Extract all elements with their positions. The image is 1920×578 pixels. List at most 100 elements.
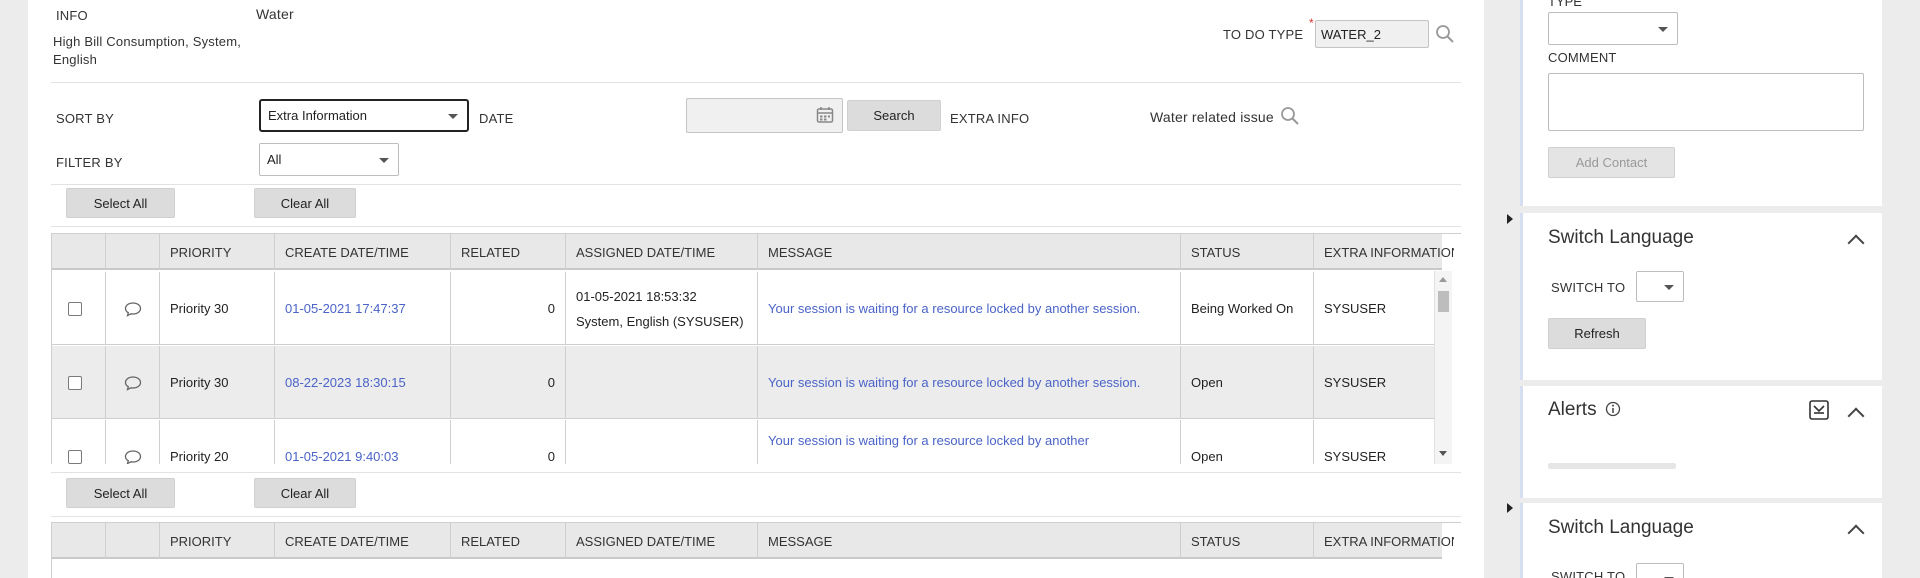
- calendar-icon[interactable]: [816, 106, 834, 124]
- vertical-scrollbar[interactable]: [1434, 271, 1452, 464]
- table-header: PRIORITY CREATE DATE/TIME RELATED ASSIGN…: [52, 523, 1454, 559]
- select-all-button[interactable]: Select All: [66, 478, 175, 508]
- message-link[interactable]: Your session is waiting for a resource l…: [758, 420, 1181, 464]
- scroll-down-icon[interactable]: [1439, 451, 1447, 456]
- switch-language-card: Switch Language SWITCH TO Refresh: [1520, 213, 1882, 380]
- priority-cell: Priority 30: [160, 346, 275, 419]
- clear-all-button[interactable]: Clear All: [254, 478, 356, 508]
- sort-by-select[interactable]: Extra Information: [259, 99, 469, 132]
- type-select[interactable]: [1548, 12, 1678, 45]
- row-checkbox[interactable]: [68, 449, 82, 464]
- header-create-date[interactable]: CREATE DATE/TIME: [275, 523, 451, 559]
- message-link[interactable]: Your session is waiting for a resource l…: [758, 346, 1181, 419]
- search-icon[interactable]: [1280, 106, 1300, 126]
- left-gutter: [0, 0, 28, 578]
- header-extra-information[interactable]: EXTRA INFORMATION: [1314, 523, 1454, 559]
- collapse-arrow-icon[interactable]: [1507, 214, 1513, 224]
- header-extra-information[interactable]: EXTRA INFORMATION: [1314, 234, 1454, 270]
- header-status[interactable]: STATUS: [1181, 234, 1314, 270]
- add-contact-button[interactable]: Add Contact: [1548, 147, 1675, 178]
- comment-icon[interactable]: [124, 375, 142, 391]
- related-cell: 0: [451, 346, 566, 419]
- refresh-button[interactable]: Refresh: [1548, 318, 1646, 349]
- header-message[interactable]: MESSAGE: [758, 523, 1181, 559]
- table-row[interactable]: Priority 30 01-05-2021 17:47:37 0 01-05-…: [52, 272, 1442, 345]
- switch-language-title: Switch Language: [1548, 227, 1694, 248]
- chevron-up-icon[interactable]: [1847, 234, 1865, 252]
- info-value: Water: [256, 6, 294, 22]
- divider: [51, 226, 1461, 227]
- select-all-button[interactable]: Select All: [66, 188, 175, 218]
- chevron-down-icon: [1664, 284, 1674, 290]
- scrollbar-thumb[interactable]: [1438, 291, 1449, 312]
- extra-info-value: Water related issue: [1150, 109, 1274, 125]
- collapse-arrow-icon[interactable]: [1507, 503, 1513, 513]
- extra-information-cell: SYSUSER: [1324, 375, 1387, 390]
- switch-to-select[interactable]: [1636, 271, 1684, 302]
- todo-type-input[interactable]: WATER_2: [1315, 20, 1429, 48]
- row-select-cell: [52, 420, 106, 464]
- extra-info-label: EXTRA INFO: [950, 111, 1030, 126]
- filter-dropdown-icon[interactable]: [1808, 399, 1830, 421]
- search-button[interactable]: Search: [847, 100, 941, 131]
- comment-textarea[interactable]: [1548, 73, 1864, 131]
- switch-language-card-2: Switch Language SWITCH TO: [1520, 503, 1882, 578]
- header-assigned-date[interactable]: ASSIGNED DATE/TIME: [566, 523, 758, 559]
- header-related[interactable]: RELATED: [451, 234, 566, 270]
- create-date-link[interactable]: 01-05-2021 17:47:37: [275, 272, 451, 345]
- row-comment-cell: [106, 420, 160, 464]
- table-row[interactable]: Priority 30 08-22-2023 18:30:15 0 Your s…: [52, 346, 1442, 419]
- header-select: [52, 234, 106, 270]
- assigned-user: System, English (SYSUSER): [576, 313, 744, 329]
- divider: [51, 82, 1461, 83]
- panel-splitter: [1484, 0, 1520, 578]
- info-icon[interactable]: [1605, 401, 1621, 417]
- alerts-card: Alerts: [1520, 386, 1882, 498]
- related-cell: 0: [451, 420, 566, 464]
- header-message[interactable]: MESSAGE: [758, 234, 1181, 270]
- header-status[interactable]: STATUS: [1181, 523, 1314, 559]
- create-date-link[interactable]: 01-05-2021 9:40:03: [275, 420, 451, 464]
- todo-table-2: PRIORITY CREATE DATE/TIME RELATED ASSIGN…: [51, 522, 1461, 578]
- status-cell: Being Worked On: [1181, 272, 1314, 345]
- type-label: TYPE: [1548, 0, 1582, 9]
- table-row[interactable]: Priority 20 01-05-2021 9:40:03 0 Your se…: [52, 420, 1442, 464]
- comment-label: COMMENT: [1548, 50, 1617, 65]
- header-priority[interactable]: PRIORITY: [160, 234, 275, 270]
- priority-cell: Priority 20: [160, 420, 275, 464]
- filter-by-value: All: [267, 152, 282, 167]
- todo-list-panel: INFO Water High Bill Consumption, System…: [28, 0, 1484, 578]
- switch-language-title: Switch Language: [1548, 517, 1694, 538]
- row-comment-cell: [106, 272, 160, 345]
- comment-icon[interactable]: [124, 301, 142, 317]
- header-priority[interactable]: PRIORITY: [160, 523, 275, 559]
- clear-all-button[interactable]: Clear All: [254, 188, 356, 218]
- header-related[interactable]: RELATED: [451, 523, 566, 559]
- chevron-up-icon[interactable]: [1847, 407, 1865, 425]
- row-select-cell: [52, 272, 106, 345]
- alerts-title: Alerts: [1548, 399, 1597, 420]
- header-select: [52, 523, 106, 559]
- switch-to-select[interactable]: [1636, 563, 1684, 578]
- date-label: DATE: [479, 111, 514, 126]
- alerts-loading-bar: [1548, 463, 1676, 469]
- switch-to-label: SWITCH TO: [1551, 569, 1626, 578]
- row-checkbox[interactable]: [68, 301, 82, 316]
- message-link[interactable]: Your session is waiting for a resource l…: [758, 272, 1181, 345]
- assigned-date-time: 01-05-2021 18:53:32: [576, 288, 697, 304]
- scrollbar-spacer: [1459, 272, 1461, 464]
- header-comment: [106, 234, 160, 270]
- search-icon[interactable]: [1435, 24, 1455, 44]
- chevron-down-icon: [1658, 26, 1668, 32]
- comment-icon[interactable]: [124, 449, 142, 465]
- scroll-up-icon[interactable]: [1439, 277, 1447, 282]
- chevron-up-icon[interactable]: [1847, 524, 1865, 542]
- chevron-down-icon: [448, 113, 458, 119]
- assigned-date-cell: [566, 346, 758, 419]
- create-date-link[interactable]: 08-22-2023 18:30:15: [275, 346, 451, 419]
- row-checkbox[interactable]: [68, 375, 82, 390]
- extra-information-cell: SYSUSER: [1324, 301, 1387, 316]
- filter-by-select[interactable]: All: [259, 143, 399, 176]
- header-assigned-date[interactable]: ASSIGNED DATE/TIME: [566, 234, 758, 270]
- header-create-date[interactable]: CREATE DATE/TIME: [275, 234, 451, 270]
